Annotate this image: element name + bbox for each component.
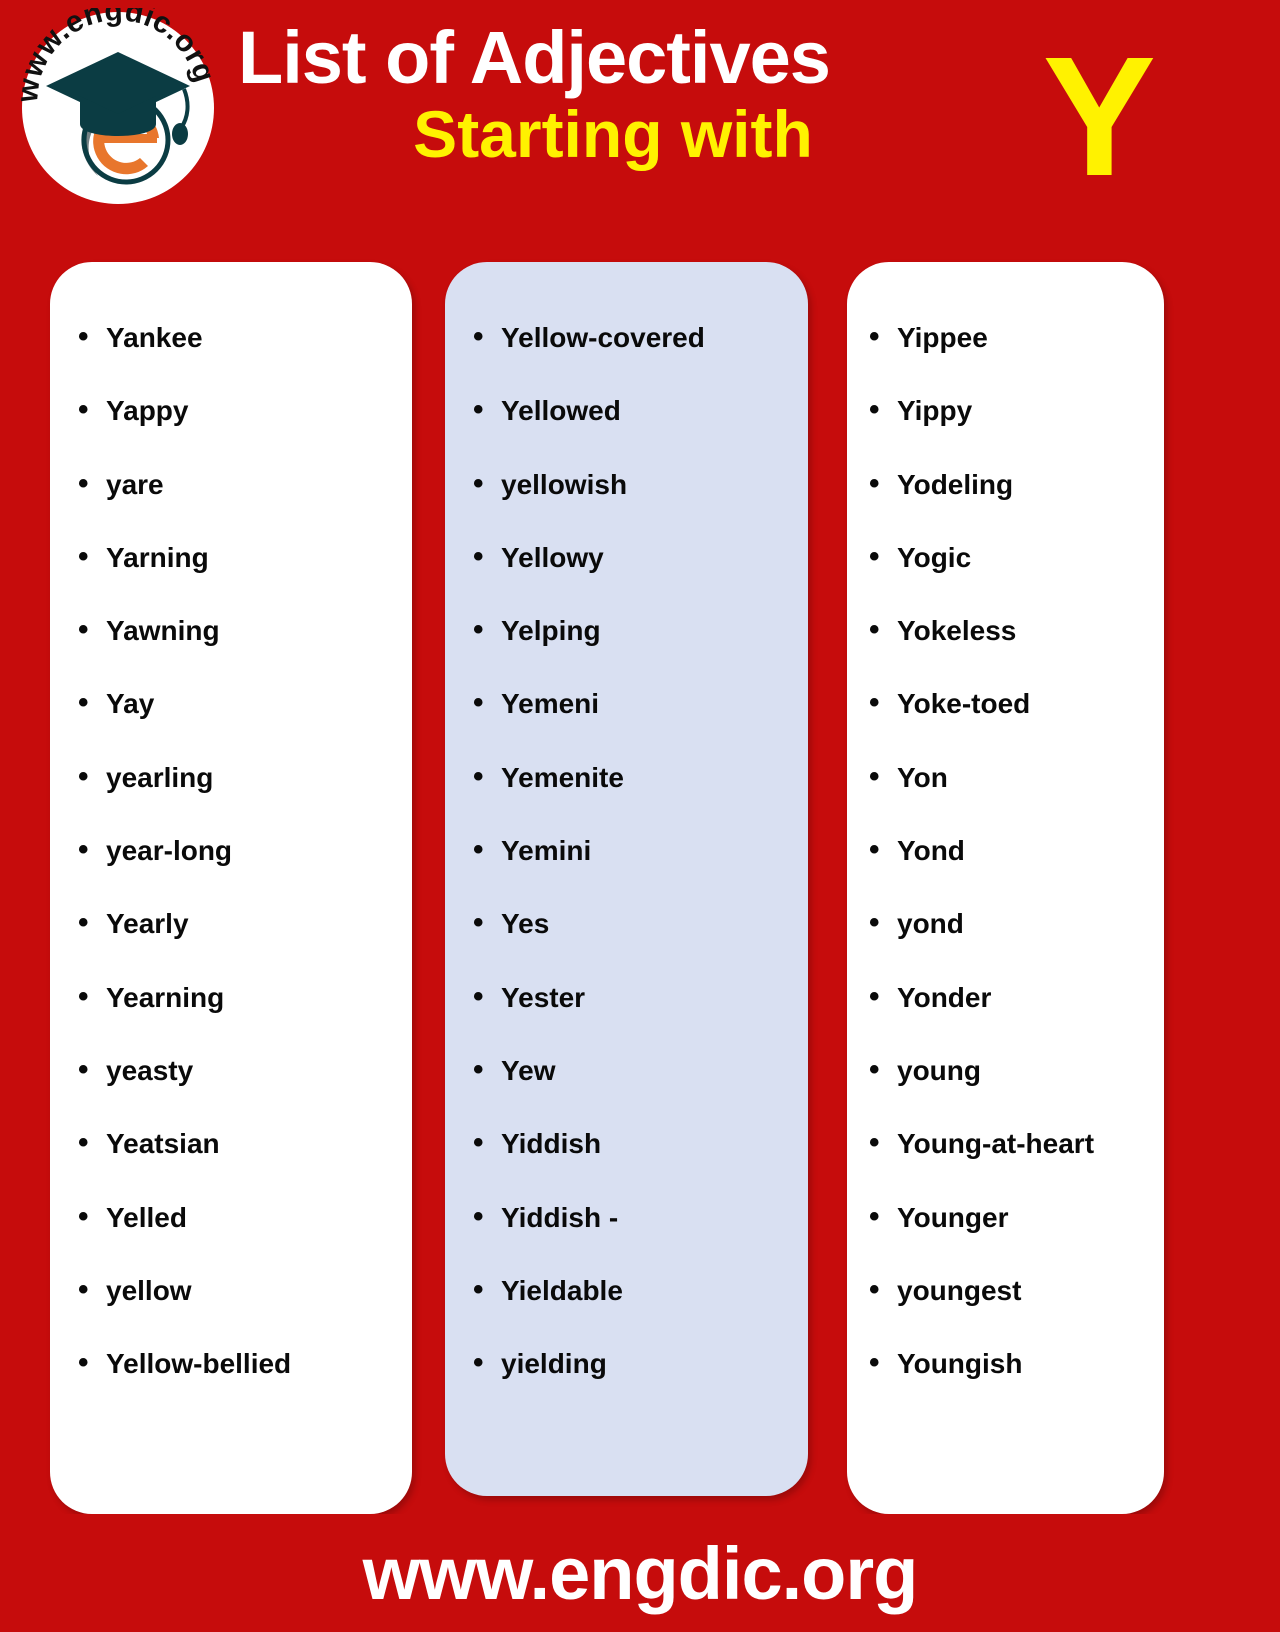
list-item: Yearning [50,982,412,1057]
list-item: Yeatsian [50,1128,412,1203]
list-item: Yellowed [445,395,808,470]
list-item: Yogic [847,542,1164,617]
list-item: Yon [847,762,1164,837]
list-item: Yiddish [445,1128,808,1203]
list-item: Yoke-toed [847,688,1164,763]
word-list-3: Yippee Yippy Yodeling Yogic Yokeless Yok… [847,262,1164,1423]
list-item: Yippy [847,395,1164,470]
logo-svg: www.engdic.org [11,0,221,204]
list-item: Yellow-covered [445,322,808,397]
list-item: yond [847,908,1164,983]
list-item: Yiddish - [445,1202,808,1277]
word-list-1: Yankee Yappy yare Yarning Yawning Yay ye… [50,262,412,1423]
list-item: Yond [847,835,1164,910]
list-item: Yarning [50,542,412,617]
list-item: yearling [50,762,412,837]
word-columns: Yankee Yappy yare Yarning Yawning Yay ye… [0,262,1280,1514]
list-item: yellow [50,1275,412,1350]
list-item: Yay [50,688,412,763]
list-item: young [847,1055,1164,1130]
list-item: Yemini [445,835,808,910]
list-item: Yodeling [847,469,1164,544]
word-list-2: Yellow-covered Yellowed yellowish Yellow… [445,262,808,1423]
list-item: Yellow-bellied [50,1348,412,1423]
list-item: yellowish [445,469,808,544]
list-item: Yes [445,908,808,983]
word-card-1: Yankee Yappy yare Yarning Yawning Yay ye… [50,262,412,1514]
list-item: Yieldable [445,1275,808,1350]
list-item: Young-at-heart [847,1128,1164,1203]
page-title: List of Adjectives Starting with [238,18,1018,171]
list-item: Yellowy [445,542,808,617]
page-header: www.engdic.org List of Adjectives Starti… [0,0,1280,258]
letter-badge: Y [1042,22,1156,212]
list-item: Yippee [847,322,1164,397]
list-item: Yawning [50,615,412,690]
list-item: Yelled [50,1202,412,1277]
tassel-icon [172,123,188,145]
engdic-logo: www.engdic.org [11,0,221,208]
list-item: Yemenite [445,762,808,837]
footer-website: www.engdic.org [362,1531,919,1615]
list-item: Yew [445,1055,808,1130]
list-item: Younger [847,1202,1164,1277]
list-item: Yappy [50,395,412,470]
list-item: Youngish [847,1348,1164,1423]
list-item: Yonder [847,982,1164,1057]
word-card-2: Yellow-covered Yellowed yellowish Yellow… [445,262,808,1496]
list-item: Yelping [445,615,808,690]
list-item: yare [50,469,412,544]
list-item: year-long [50,835,412,910]
list-item: Yearly [50,908,412,983]
list-item: yielding [445,1348,808,1423]
word-card-3: Yippee Yippy Yodeling Yogic Yokeless Yok… [847,262,1164,1514]
list-item: yeasty [50,1055,412,1130]
title-line-2: Starting with [413,96,813,171]
title-line-1: List of Adjectives [238,16,831,99]
list-item: Yemeni [445,688,808,763]
list-item: youngest [847,1275,1164,1350]
list-item: Yankee [50,322,412,397]
page-footer: www.engdic.org [0,1514,1280,1632]
list-item: Yester [445,982,808,1057]
list-item: Yokeless [847,615,1164,690]
